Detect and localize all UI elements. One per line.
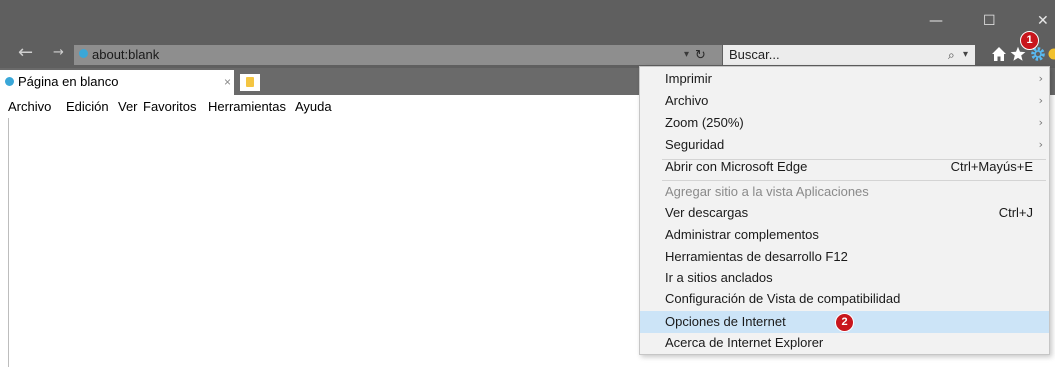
menu-item-label: Ir a sitios anclados [665,270,773,285]
menu-item-seguridad[interactable]: Seguridad › [640,134,1049,156]
menu-item-opciones-internet[interactable]: Opciones de Internet 2 [640,311,1049,333]
menu-item-archivo[interactable]: Archivo › [640,90,1049,112]
search-placeholder: Buscar... [729,47,780,62]
feedback-smiley-icon[interactable] [1048,48,1055,60]
menu-item-label: Administrar complementos [665,227,819,242]
address-url: about:blank [92,47,160,62]
menu-archivo[interactable]: Archivo [8,96,51,118]
menu-item-shortcut: Ctrl+Mayús+E [950,159,1033,174]
new-tab-button[interactable] [240,74,260,91]
address-bar[interactable]: about:blank ▾ ↻ [74,45,722,65]
content-border [8,118,9,367]
menu-item-herramientas-desarrollo[interactable]: Herramientas de desarrollo F12 [640,246,1049,268]
menu-item-label: Archivo [665,93,709,108]
menu-item-label: Herramientas de desarrollo F12 [665,249,848,264]
menu-item-imprimir[interactable]: Imprimir › [640,68,1049,90]
menu-item-sitios-anclados[interactable]: Ir a sitios anclados [640,267,1049,289]
menu-ayuda[interactable]: Ayuda [295,96,332,118]
menu-item-label: Abrir con Microsoft Edge [665,159,808,174]
search-dropdown-icon[interactable]: ▾ [963,45,968,65]
ie-tab-icon [5,77,14,86]
maximize-button[interactable]: ☐ [983,14,996,28]
menu-favoritos[interactable]: Favoritos [143,96,196,118]
menu-item-label: Zoom (250%) [665,115,744,130]
menu-ver[interactable]: Ver [118,96,138,118]
menu-item-shortcut: Ctrl+J [998,205,1033,220]
menu-item-label: Seguridad [665,137,725,152]
menu-item-label: Configuración de Vista de compatibilidad [665,291,901,306]
menu-item-label: Imprimir [665,71,712,86]
home-icon[interactable] [991,46,1007,62]
submenu-arrow-icon: › [1038,72,1043,85]
close-button[interactable]: ✕ [1037,14,1049,28]
submenu-arrow-icon: › [1038,94,1043,107]
menu-item-administrar-complementos[interactable]: Administrar complementos [640,224,1049,246]
refresh-icon[interactable]: ↻ [695,45,706,65]
menu-item-agregar-sitio: Agregar sitio a la vista Aplicaciones [640,181,1049,203]
menu-item-zoom[interactable]: Zoom (250%) › [640,112,1049,134]
menu-item-ver-descargas[interactable]: Ver descargas Ctrl+J [640,202,1049,224]
ie-page-icon [79,49,88,58]
tab-pagina-en-blanco[interactable]: Página en blanco × [0,70,234,95]
tab-close-icon[interactable]: × [224,70,231,94]
menu-herramientas[interactable]: Herramientas [208,96,286,118]
back-button[interactable]: ← [18,44,33,62]
title-bar: — ☐ ✕ ← → about:blank ▾ ↻ Buscar... ⌕ ▾ … [0,0,1055,68]
forward-button[interactable]: → [53,44,64,62]
menu-item-acerca-de-ie[interactable]: Acerca de Internet Explorer [640,332,1049,354]
menu-edicion[interactable]: Edición [66,96,109,118]
submenu-arrow-icon: › [1038,138,1043,151]
search-box[interactable]: Buscar... ⌕ ▾ [723,45,975,65]
new-tab-icon [246,77,254,87]
menu-item-vista-compatibilidad[interactable]: Configuración de Vista de compatibilidad [640,288,1049,310]
annotation-badge-2: 2 [835,313,854,332]
annotation-badge-1: 1 [1020,31,1039,50]
tab-label: Página en blanco [18,74,119,89]
menu-item-label: Ver descargas [665,205,749,220]
address-dropdown-icon[interactable]: ▾ [684,45,689,65]
tools-dropdown-menu: Imprimir › Archivo › Zoom (250%) › Segur… [639,66,1050,355]
search-icon[interactable]: ⌕ [948,45,955,65]
minimize-button[interactable]: — [929,14,943,28]
menu-item-label: Agregar sitio a la vista Aplicaciones [665,184,869,199]
submenu-arrow-icon: › [1038,116,1043,129]
menu-item-label: Opciones de Internet [665,314,786,329]
menu-item-label: Acerca de Internet Explorer [665,335,824,350]
menu-item-abrir-con-edge[interactable]: Abrir con Microsoft Edge Ctrl+Mayús+E [640,156,1049,178]
